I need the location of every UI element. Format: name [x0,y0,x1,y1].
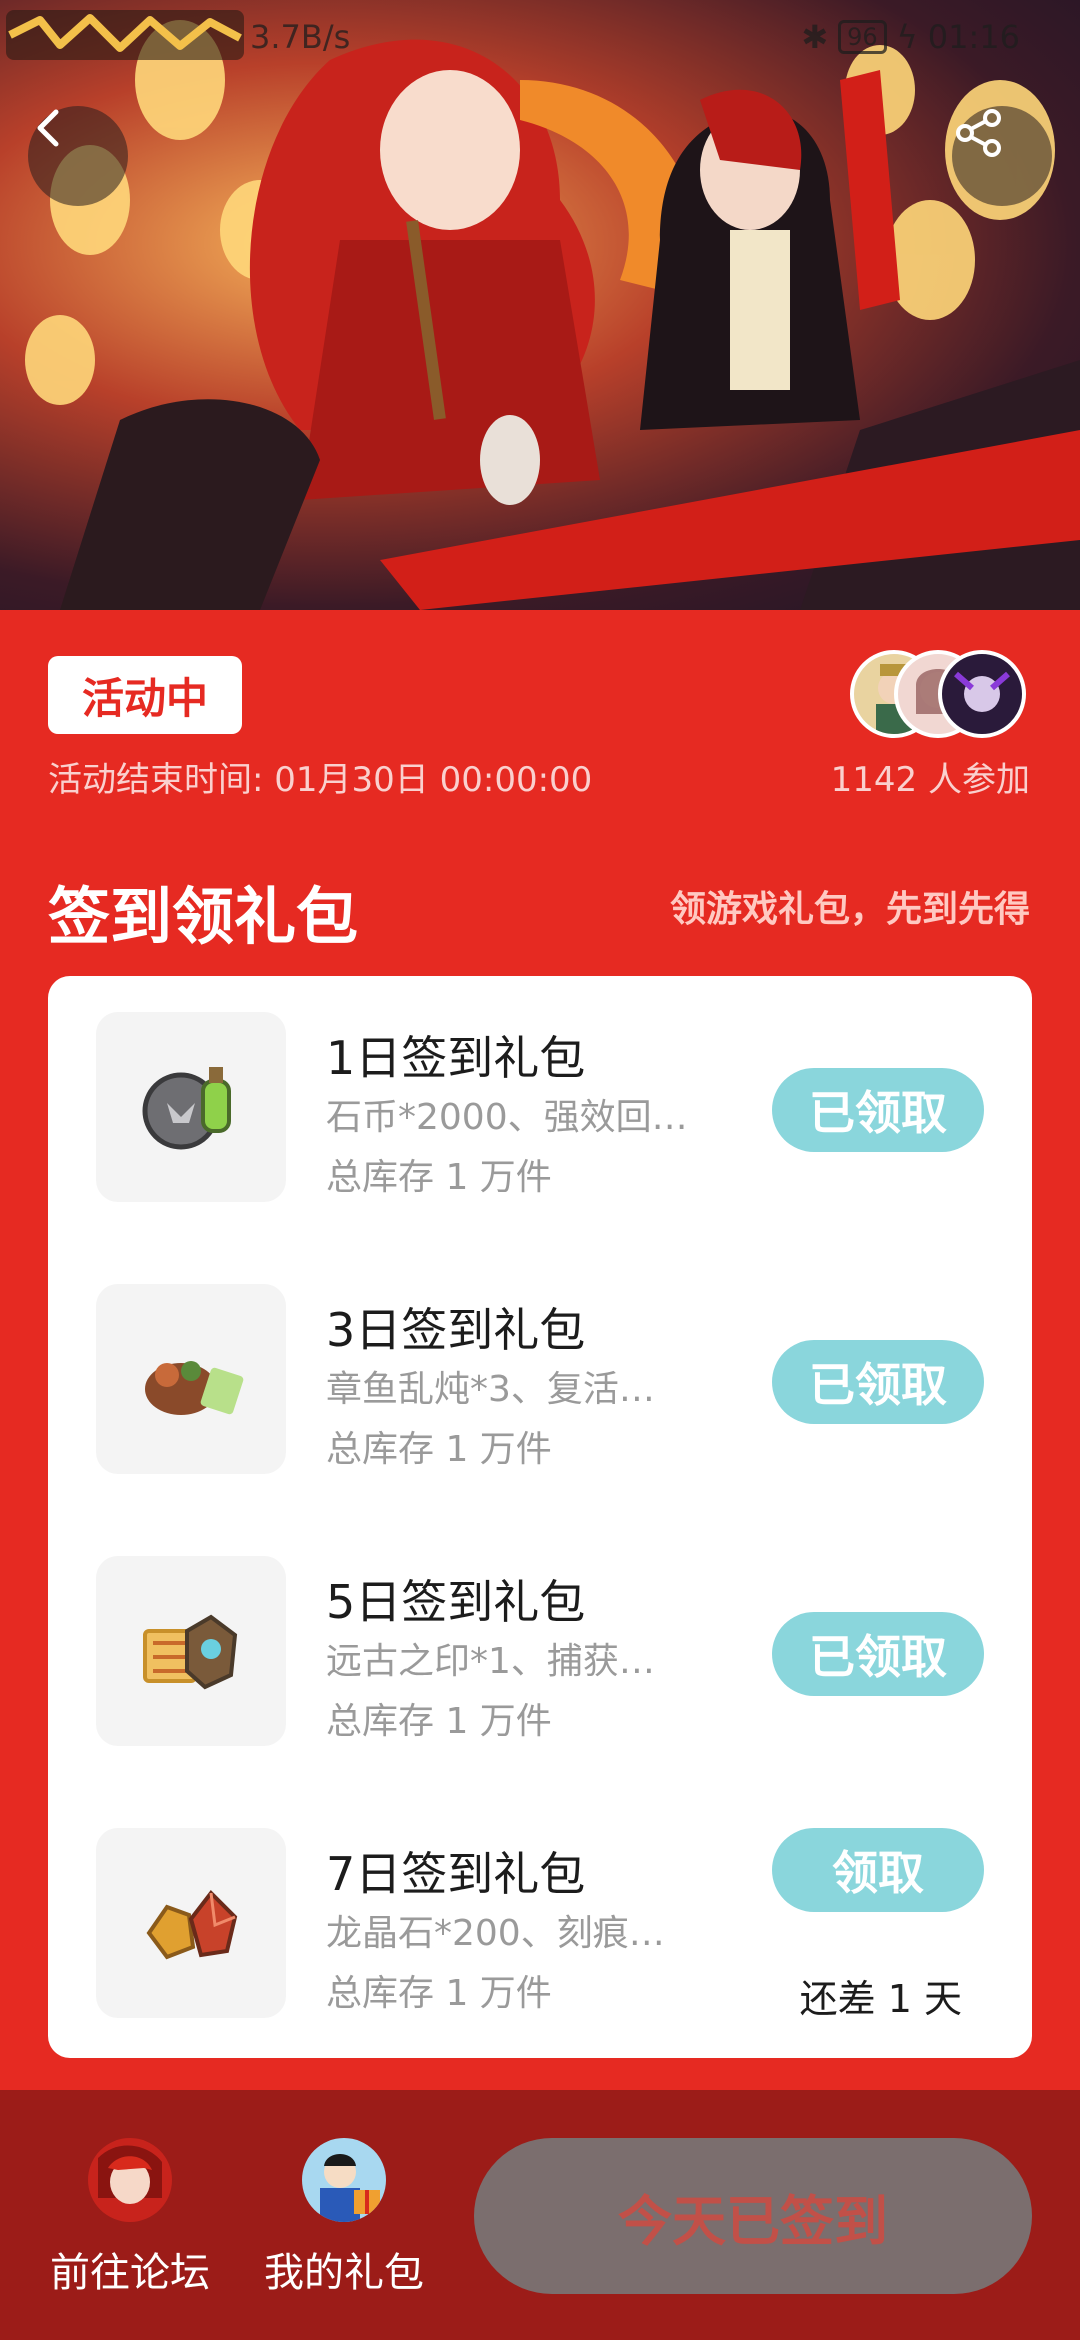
share-icon [956,109,1001,157]
share-button[interactable] [952,106,1052,206]
gift-title: 3日签到礼包 [326,1303,586,1357]
hero-illustration [25,20,1080,610]
gift-stock: 总库存 1 万件 [326,1429,552,1470]
battery-icon: 96 [838,20,887,54]
gift-thumbnail [96,1828,286,2018]
days-remaining: 还差 1 天 [799,1977,962,2021]
dragon-crystal-icon [146,1889,238,1960]
gift-title: 1日签到礼包 [326,1031,586,1085]
network-speed: 3.7B/s [250,18,351,56]
bottom-bar: 前往论坛 我的礼包 今天已签到 [0,2090,1080,2340]
section-subtitle: 领游戏礼包，先到先得 [669,889,1030,930]
participant-avatars [850,650,1030,740]
stone-coin-icon [142,1067,231,1150]
back-arrow-icon [37,109,59,147]
avatar [938,650,1026,738]
octopus-stew-icon [145,1361,244,1415]
game-logo [6,10,244,60]
gift-row-day3: 3日签到礼包 章鱼乱炖*3、复活… 总库存 1 万件 已领取 [48,1248,1032,1478]
participant-count: 1142 人参加 [830,760,1030,800]
gift-title: 7日签到礼包 [326,1847,586,1901]
gift-description: 远古之印*1、捕获… [326,1641,655,1682]
bluetooth-icon: ✱ [801,18,829,56]
gift-description: 龙晶石*200、刻痕… [326,1913,665,1954]
gift-row-day7: 7日签到礼包 龙晶石*200、刻痕… 总库存 1 万件 领取 还差 1 天 [48,1792,1032,2022]
gift-thumbnail [96,1284,286,1474]
hero-banner: 3.7B/s ✱ 96 ϟ 01:16 [0,0,1080,610]
my-gifts-label: 我的礼包 [264,2250,424,2296]
gift-list: 1日签到礼包 石币*2000、强效回… 总库存 1 万件 已领取 3日签到礼包 … [48,976,1032,2058]
claimed-button[interactable]: 已领取 [772,1612,984,1696]
forum-icon [88,2138,172,2222]
my-gifts-link[interactable]: 我的礼包 [254,2138,434,2298]
gift-description: 石币*2000、强效回… [326,1097,688,1138]
charging-icon: ϟ [896,18,918,56]
activity-status-badge: 活动中 [48,656,242,734]
claimed-button[interactable]: 已领取 [772,1068,984,1152]
back-button[interactable] [28,106,128,206]
activity-end-time: 活动结束时间: 01月30日 00:00:00 [48,760,593,800]
forum-label: 前往论坛 [50,2250,210,2296]
gift-title: 5日签到礼包 [326,1575,586,1629]
gift-thumbnail [96,1556,286,1746]
clock: 01:16 [927,18,1020,56]
ancient-seal-icon [143,1614,238,1690]
gift-thumbnail [96,1012,286,1202]
gift-stock: 总库存 1 万件 [326,1157,552,1198]
gift-row-day1: 1日签到礼包 石币*2000、强效回… 总库存 1 万件 已领取 [48,976,1032,1206]
gift-box-icon [302,2138,386,2222]
gift-stock: 总库存 1 万件 [326,1701,552,1742]
page-root: 3.7B/s ✱ 96 ϟ 01:16 活动中 活动结束时间: 01月30日 0… [0,0,1080,2340]
gift-stock: 总库存 1 万件 [326,1973,552,2014]
status-right: ✱ 96 ϟ 01:16 [801,18,1020,56]
signed-today-button[interactable]: 今天已签到 [474,2138,1032,2294]
gift-row-day5: 5日签到礼包 远古之印*1、捕获… 总库存 1 万件 已领取 [48,1520,1032,1750]
forum-link[interactable]: 前往论坛 [40,2138,220,2298]
claim-button[interactable]: 领取 [772,1828,984,1912]
section-title: 签到领礼包 [48,880,359,953]
gift-description: 章鱼乱炖*3、复活… [326,1369,655,1410]
claimed-button[interactable]: 已领取 [772,1340,984,1424]
